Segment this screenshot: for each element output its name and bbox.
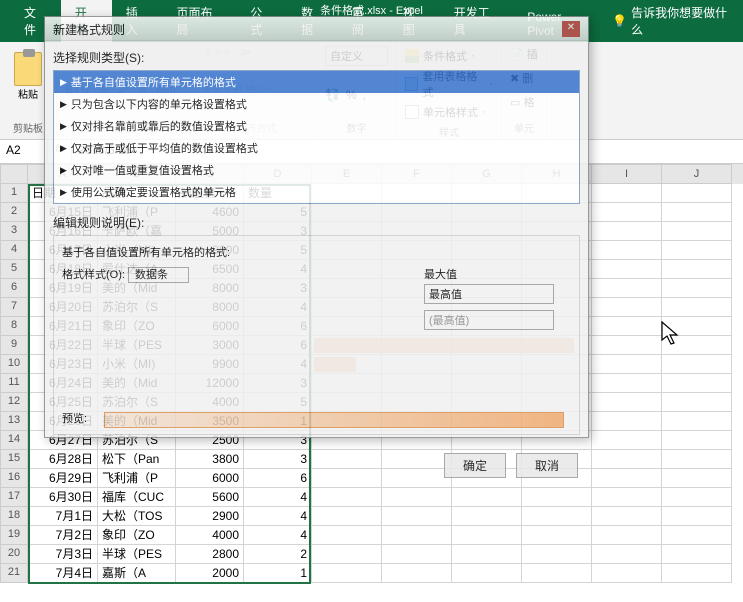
- row-hdr[interactable]: 17: [0, 488, 28, 507]
- cell[interactable]: 6月30日: [28, 488, 98, 507]
- rule-item[interactable]: ▶基于各自值设置所有单元格的格式: [54, 71, 579, 93]
- bulb-icon: 💡: [612, 14, 627, 28]
- row-hdr[interactable]: 20: [0, 545, 28, 564]
- cell[interactable]: 半球（PES: [98, 545, 176, 564]
- cell[interactable]: 4: [244, 507, 312, 526]
- rule-item[interactable]: ▶只为包含以下内容的单元格设置格式: [54, 93, 579, 115]
- dialog-body: 选择规则类型(S): ▶基于各自值设置所有单元格的格式 ▶只为包含以下内容的单元…: [45, 41, 588, 443]
- paste-button[interactable]: 粘贴: [8, 46, 48, 106]
- select-all-corner[interactable]: [0, 164, 28, 184]
- name-box[interactable]: A2: [0, 140, 48, 163]
- cell[interactable]: 5600: [176, 488, 244, 507]
- dialog-titlebar[interactable]: 新建格式规则 ✕: [45, 17, 588, 41]
- row-hdr[interactable]: 10: [0, 355, 28, 374]
- cell[interactable]: 象印（ZO: [98, 526, 176, 545]
- new-rule-dialog[interactable]: 新建格式规则 ✕ 选择规则类型(S): ▶基于各自值设置所有单元格的格式 ▶只为…: [44, 16, 589, 438]
- row-hdr[interactable]: 9: [0, 336, 28, 355]
- close-icon[interactable]: ✕: [562, 21, 580, 37]
- cell[interactable]: 福库（CUC: [98, 488, 176, 507]
- cell[interactable]: 4: [244, 526, 312, 545]
- row-hdr[interactable]: 3: [0, 222, 28, 241]
- cell[interactable]: 2: [244, 545, 312, 564]
- row-hdr[interactable]: 16: [0, 469, 28, 488]
- row-hdr[interactable]: 7: [0, 298, 28, 317]
- cell[interactable]: 2000: [176, 564, 244, 583]
- row-hdr[interactable]: 1: [0, 184, 28, 203]
- rule-item[interactable]: ▶仅对排名靠前或靠后的数值设置格式: [54, 115, 579, 137]
- rule-item[interactable]: ▶仅对高于或低于平均值的数值设置格式: [54, 137, 579, 159]
- cell[interactable]: 嘉斯（A: [98, 564, 176, 583]
- cell[interactable]: 2800: [176, 545, 244, 564]
- row-hdr[interactable]: 14: [0, 431, 28, 450]
- row-hdr[interactable]: 11: [0, 374, 28, 393]
- cell[interactable]: 1: [244, 564, 312, 583]
- clipboard-label: 剪贴板: [8, 120, 48, 135]
- col-hdr[interactable]: I: [592, 164, 662, 184]
- row-hdr[interactable]: 15: [0, 450, 28, 469]
- tell-me[interactable]: 💡 告诉我你想要做什么: [602, 0, 743, 42]
- row-hdr[interactable]: 13: [0, 412, 28, 431]
- cell[interactable]: 7月1日: [28, 507, 98, 526]
- cell[interactable]: 4: [244, 488, 312, 507]
- row-hdr[interactable]: 19: [0, 526, 28, 545]
- row-hdr[interactable]: 5: [0, 260, 28, 279]
- max-type-select[interactable]: 最高值: [424, 284, 554, 304]
- clipboard-icon: [14, 52, 42, 86]
- cell[interactable]: 7月3日: [28, 545, 98, 564]
- cell[interactable]: 大松（TOS: [98, 507, 176, 526]
- row-hdr[interactable]: 21: [0, 564, 28, 583]
- format-style-select[interactable]: 数据条: [128, 267, 189, 283]
- cell[interactable]: 7月2日: [28, 526, 98, 545]
- rule-type-label: 选择规则类型(S):: [53, 49, 580, 66]
- preview-label: 预览:: [62, 410, 87, 426]
- rule-type-list[interactable]: ▶基于各自值设置所有单元格的格式 ▶只为包含以下内容的单元格设置格式 ▶仅对排名…: [53, 70, 580, 204]
- col-hdr[interactable]: J: [662, 164, 732, 184]
- row-hdr[interactable]: 6: [0, 279, 28, 298]
- rule-edit-panel: 基于各自值设置所有单元格的格式: 格式样式(O): 数据条 最大值 最高值 (最…: [53, 235, 580, 435]
- edit-rule-label: 编辑规则说明(E):: [53, 214, 580, 231]
- ok-button[interactable]: 确定: [444, 453, 506, 478]
- preview-bar: [104, 412, 564, 428]
- cell[interactable]: 2900: [176, 507, 244, 526]
- cell[interactable]: 7月4日: [28, 564, 98, 583]
- max-value-input[interactable]: (最高值): [424, 310, 554, 330]
- row-hdr[interactable]: 8: [0, 317, 28, 336]
- dialog-buttons: 确定 取消: [45, 443, 588, 488]
- max-section: 最大值 最高值 (最高值): [424, 266, 554, 330]
- rule-item[interactable]: ▶仅对唯一值或重复值设置格式: [54, 159, 579, 181]
- row-hdr[interactable]: 12: [0, 393, 28, 412]
- cell[interactable]: 4000: [176, 526, 244, 545]
- rule-item[interactable]: ▶使用公式确定要设置格式的单元格: [54, 181, 579, 203]
- row-hdr[interactable]: 2: [0, 203, 28, 222]
- row-hdr[interactable]: 18: [0, 507, 28, 526]
- row-hdr[interactable]: 4: [0, 241, 28, 260]
- cancel-button[interactable]: 取消: [516, 453, 578, 478]
